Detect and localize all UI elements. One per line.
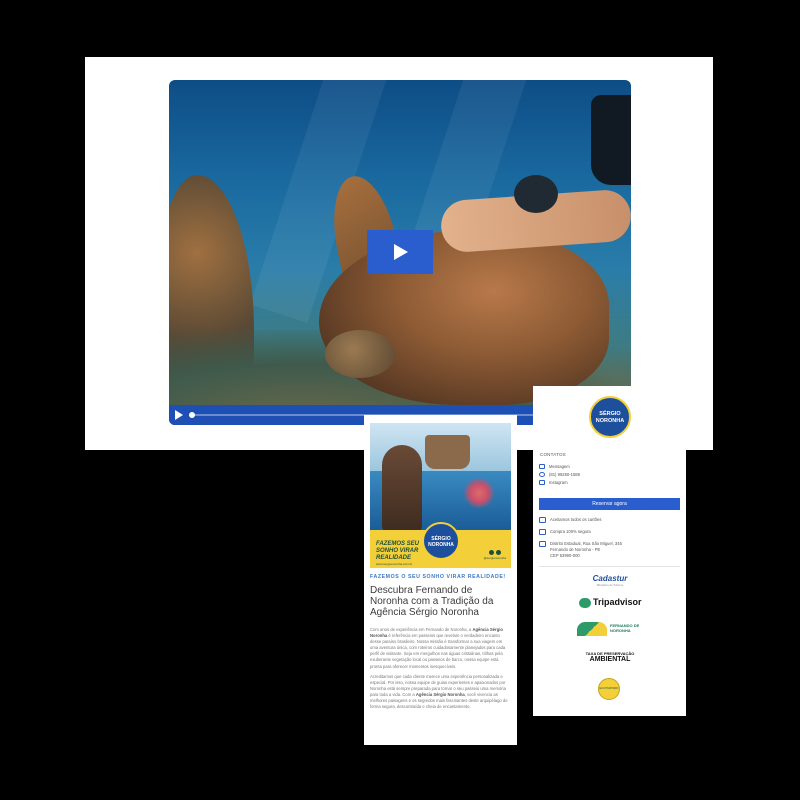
preservation-fee: TAXA DE PRESERVAÇÃO AMBIENTAL (585, 651, 635, 663)
noronha-logo: FERNANDO DE NORONHA (577, 620, 643, 638)
swim-fin (591, 95, 631, 185)
play-button[interactable] (367, 230, 433, 274)
diver (382, 445, 422, 535)
logo-line1: SÉRGIO (599, 411, 621, 417)
article-paragraph: Com anos de experiência em Fernando de N… (370, 627, 506, 669)
feature-secure: Compra 100% segura (539, 529, 591, 535)
article-card: FAZEMOS SEU SONHO VIRAR REALIDADE www.se… (364, 415, 517, 745)
instagram-icon (539, 480, 545, 486)
secure-icon (539, 529, 546, 535)
boat (425, 435, 470, 469)
snorkeler-head (514, 175, 558, 213)
article-body: Com anos de experiência em Fernando de N… (370, 627, 511, 714)
brand-name: Agência Sérgio Noronha (415, 691, 465, 697)
envelope-icon (539, 464, 545, 470)
video-player[interactable] (169, 80, 631, 425)
brand-seal: SÉRGIO NORONHA (422, 522, 460, 560)
hero-social: @sergionoronha (484, 550, 506, 560)
play-icon[interactable] (175, 410, 183, 420)
feature-cards: Aceitamos todos os cartões (539, 517, 601, 523)
swimmers (462, 478, 496, 508)
contacts-title: CONTATOS (540, 452, 566, 457)
instagram-icon (495, 550, 501, 555)
whatsapp-icon (539, 472, 545, 478)
hero-image: FAZEMOS SEU SONHO VIRAR REALIDADE www.se… (370, 423, 511, 568)
article-title: Descubra Fernando de Noronha com a Tradi… (370, 585, 494, 618)
certification-seal: ECOTURISMO (598, 678, 620, 700)
seal-line2: NORONHA (428, 542, 454, 548)
article-paragraph: Acreditamos que cada cliente merece uma … (370, 673, 508, 710)
address-text: Distrito Estadual, Rua São Miguel, 345 Fe… (550, 541, 622, 558)
logo-line2: NORONHA (595, 418, 625, 424)
contact-whatsapp[interactable]: (81) 99250-1588 (539, 472, 580, 478)
divider (539, 566, 680, 567)
hero-handle: @sergionoronha (483, 556, 506, 560)
article-kicker: FAZEMOS O SEU SONHO VIRAR REALIDADE! (370, 574, 506, 580)
location-icon (539, 541, 546, 547)
turtle-head (325, 330, 395, 378)
hills-icon (577, 622, 607, 636)
reserve-button[interactable]: Reservar agora (539, 498, 680, 510)
tripadvisor-owl-icon (579, 597, 591, 608)
booking-sidebar: SÉRGIO NORONHA CONTATOS Mensagem (81) 99… (533, 386, 686, 716)
hero-site: www.sergionoronha.com.br (376, 562, 413, 566)
brand-logo: SÉRGIO NORONHA (589, 396, 631, 438)
credit-card-icon (539, 517, 546, 523)
tripadvisor-logo[interactable]: Tripadvisor (579, 597, 642, 608)
progress-handle[interactable] (189, 412, 195, 418)
facebook-icon (488, 550, 494, 555)
hero-banner: FAZEMOS SEU SONHO VIRAR REALIDADE www.se… (370, 522, 511, 568)
contact-message[interactable]: Mensagem (539, 464, 570, 470)
feature-address: Distrito Estadual, Rua São Miguel, 345 Fe… (539, 541, 622, 559)
contact-instagram[interactable]: Instagram (539, 480, 568, 486)
cadastur-logo: Cadastur Ministério do Turismo (592, 574, 628, 587)
sea-turtle (319, 230, 609, 405)
